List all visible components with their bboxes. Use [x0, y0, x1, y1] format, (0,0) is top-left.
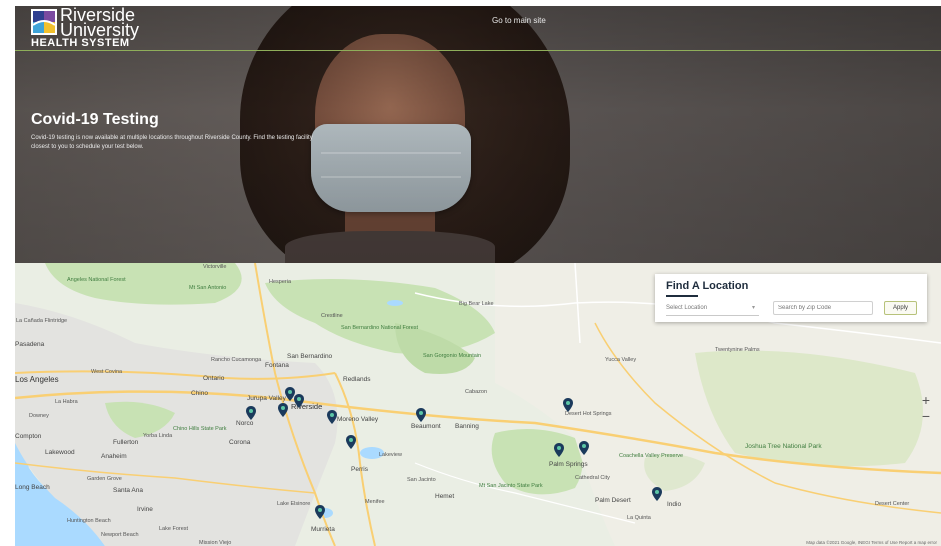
map-label-yucca: Yucca Valley	[605, 357, 637, 363]
zoom-in-button[interactable]: +	[918, 393, 934, 409]
location-select[interactable]: Select Location ▾	[666, 301, 759, 316]
map-label-mt-san-jacinto: Mt San Jacinto State Park	[479, 483, 543, 489]
map-label-anaheim: Anaheim	[101, 453, 127, 460]
map-label-joshua: Joshua Tree National Park	[745, 443, 822, 450]
map-label-huntington: Huntington Beach	[67, 518, 111, 524]
map-label-lake-elsinore: Lake Elsinore	[277, 501, 311, 507]
map-label-desert-center: Desert Center	[875, 501, 910, 507]
map-label-ontario: Ontario	[203, 375, 225, 382]
map-label-irvine: Irvine	[137, 506, 153, 513]
map-label-downey: Downey	[29, 413, 49, 419]
map-zoom-controls: + −	[918, 393, 934, 425]
zoom-out-button[interactable]: −	[918, 409, 934, 425]
testing-site-pin[interactable]	[346, 435, 356, 449]
map-label-twentynine: Twentynine Palms	[715, 347, 760, 353]
testing-site-pin[interactable]	[294, 394, 304, 408]
map-label-palm-desert: Palm Desert	[595, 497, 631, 504]
map-label-mt-baldy: Mt San Antonio	[189, 285, 227, 291]
map-label-sbnf: San Bernardino National Forest	[341, 325, 419, 331]
map-label-san-bernardino: San Bernardino	[287, 353, 333, 360]
map-attribution: Map data ©2021 Google, INEGI Terms of Us…	[806, 540, 937, 545]
map-label-la-habra: La Habra	[55, 399, 78, 405]
hero-banner: Riverside University HEALTH SYSTEM Go to…	[15, 6, 941, 263]
testing-site-pin[interactable]	[652, 487, 662, 501]
map-label-palm-springs: Palm Springs	[549, 461, 588, 468]
map-label-coachella: Coachella Valley Preserve	[619, 453, 684, 459]
map-label-corona: Corona	[229, 439, 251, 446]
map-label-mission-viejo: Mission Viejo	[199, 540, 232, 546]
map-label-west-covina: West Covina	[91, 369, 123, 375]
map-label-banning: Banning	[455, 423, 479, 430]
main-site-link[interactable]: Go to main site	[492, 16, 546, 25]
map-label-san-gorgonio: San Gorgonio Mountain	[423, 353, 482, 359]
map-label-menifee: Menifee	[365, 499, 385, 505]
page-frame: Riverside University HEALTH SYSTEM Go to…	[15, 6, 941, 546]
testing-site-pin[interactable]	[563, 398, 573, 412]
map-label-jurupa: Jurupa Valley	[247, 395, 286, 402]
map-label-rancho: Rancho Cucamonga	[211, 357, 262, 363]
top-bar: Riverside University HEALTH SYSTEM Go to…	[15, 6, 941, 51]
page-title: Covid-19 Testing	[31, 111, 159, 128]
map-label-perris: Perris	[351, 466, 368, 473]
logo-mark-icon	[31, 9, 57, 35]
testing-site-pin[interactable]	[554, 443, 564, 457]
map-label-la-quinta: La Quinta	[627, 515, 651, 521]
map-label-victorville: Victorville	[203, 264, 227, 270]
find-location-panel: Find A Location Select Location ▾ Apply	[655, 274, 927, 322]
map-label-angeles-forest: Angeles National Forest	[67, 277, 126, 283]
chevron-down-icon: ▾	[751, 305, 755, 311]
title-underline	[666, 295, 698, 297]
map-label-long-beach: Long Beach	[15, 484, 50, 491]
map-label-lake-forest: Lake Forest	[159, 526, 189, 532]
map-label-indio: Indio	[667, 501, 682, 508]
map-label-santa-ana: Santa Ana	[113, 487, 143, 494]
map-label-la-canada: La Cañada Flintridge	[16, 318, 68, 324]
map-label-los-angeles: Los Angeles	[15, 375, 59, 384]
map-label-garden-grove: Garden Grove	[87, 476, 122, 482]
map-label-chino: Chino	[191, 390, 208, 397]
map-label-crestline: Crestline	[321, 313, 343, 319]
map-label-hemet: Hemet	[435, 493, 455, 500]
map-label-san-jacinto: San Jacinto	[407, 477, 436, 483]
map-label-chino-hills: Chino Hills State Park	[173, 426, 227, 432]
map-label-redlands: Redlands	[343, 376, 371, 383]
map-label-cathedral: Cathedral City	[575, 475, 610, 481]
map-label-pasadena: Pasadena	[15, 341, 45, 348]
map-label-hesperia: Hesperia	[269, 279, 292, 285]
apply-button[interactable]: Apply	[884, 301, 917, 315]
hero-description: Covid-19 testing is now available at mul…	[31, 135, 313, 150]
testing-site-pin[interactable]	[327, 410, 337, 424]
map-label-murrieta: Murrieta	[311, 526, 335, 533]
map-label-moreno: Moreno Valley	[337, 416, 379, 423]
location-map[interactable]: Angeles National Forest La Cañada Flintr…	[15, 263, 941, 546]
map-label-yorba: Yorba Linda	[143, 433, 173, 439]
map-label-fullerton: Fullerton	[113, 439, 139, 446]
testing-site-pin[interactable]	[579, 441, 589, 455]
find-location-title: Find A Location	[666, 280, 749, 292]
map-label-big-bear: Big Bear Lake	[459, 301, 494, 307]
logo-text-health-system: HEALTH SYSTEM	[31, 37, 130, 49]
location-select-value: Select Location	[666, 305, 708, 311]
testing-site-pin[interactable]	[246, 406, 256, 420]
map-label-lakeview: Lakeview	[379, 452, 402, 458]
testing-site-pin[interactable]	[278, 403, 288, 417]
zip-code-input[interactable]	[773, 301, 873, 315]
testing-site-pin[interactable]	[416, 408, 426, 422]
testing-site-pin[interactable]	[315, 505, 325, 519]
map-label-compton: Compton	[15, 433, 42, 440]
map-label-beaumont: Beaumont	[411, 423, 441, 430]
map-label-newport: Newport Beach	[101, 532, 139, 538]
map-label-norco: Norco	[236, 420, 254, 427]
site-logo[interactable]: Riverside University HEALTH SYSTEM	[31, 6, 181, 49]
map-label-fontana: Fontana	[265, 362, 289, 369]
map-label-cabazon: Cabazon	[465, 389, 488, 395]
map-label-lakewood: Lakewood	[45, 449, 75, 456]
